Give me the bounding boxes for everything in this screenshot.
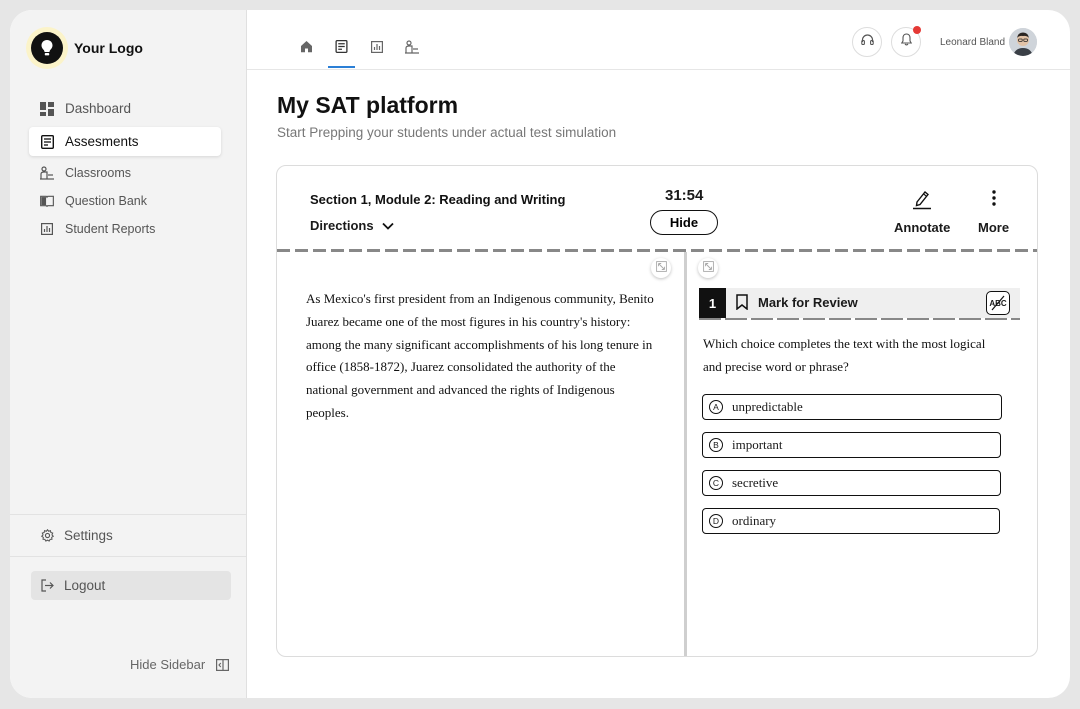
sidebar-item-label: Question Bank [65, 194, 147, 208]
top-tabs [289, 38, 429, 69]
sidebar-item-label: Student Reports [65, 222, 156, 236]
lightbulb-icon [31, 32, 63, 64]
passage-text: As Mexico's first president from an Indi… [306, 291, 654, 420]
headphones-icon [860, 33, 874, 51]
hide-sidebar-button[interactable]: Hide Sidebar [130, 657, 230, 672]
sidebar-item-classrooms[interactable]: Classrooms [29, 160, 221, 186]
sidebar-item-label: Assesments [65, 134, 139, 149]
sidebar-item-student-reports[interactable]: Student Reports [29, 216, 221, 242]
more-label: More [978, 220, 1010, 235]
sidebar-item-dashboard[interactable]: Dashboard [29, 94, 221, 123]
sidebar-divider [10, 514, 246, 515]
hide-sidebar-label: Hide Sidebar [130, 657, 206, 672]
expand-passage-button[interactable] [651, 258, 671, 278]
hide-timer-button[interactable]: Hide [650, 210, 718, 235]
question-header: 1 Mark for Review ABC [699, 288, 1020, 318]
user-avatar-icon [1009, 28, 1037, 56]
sidebar-toggle-icon [216, 658, 230, 671]
sidebar-item-label: Dashboard [65, 101, 132, 116]
pencil-icon [912, 188, 932, 213]
avatar[interactable] [1009, 28, 1037, 56]
annotate-label: Annotate [894, 220, 951, 235]
timer: 31:54 [665, 187, 704, 204]
assessment-icon [335, 39, 348, 69]
logo: Your Logo [31, 32, 143, 64]
sidebar-nav: Dashboard Assesments Classrooms Question… [29, 94, 221, 244]
bookmark-icon [736, 294, 748, 310]
logout-button[interactable]: Logout [31, 571, 231, 600]
logo-text: Your Logo [74, 40, 143, 56]
strikethrough-icon [991, 295, 1005, 311]
answer-choice-d[interactable]: D ordinary [702, 508, 1000, 534]
vertical-dots-icon [984, 188, 1004, 213]
choice-letter: C [709, 476, 723, 490]
choice-text: ordinary [732, 513, 777, 528]
section-title: Section 1, Module 2: Reading and Writing [310, 192, 566, 207]
sidebar-item-question-bank[interactable]: Question Bank [29, 188, 221, 214]
home-icon [300, 40, 313, 69]
answer-choice-a[interactable]: A unpredictable [702, 394, 1002, 420]
book-icon [40, 194, 54, 208]
user-name: Leonard Bland [940, 37, 1006, 48]
choice-text: important [732, 437, 783, 452]
answer-choice-c[interactable]: C secretive [702, 470, 1001, 496]
logout-icon [41, 579, 54, 592]
support-button[interactable] [852, 27, 882, 57]
classroom-icon [404, 40, 419, 69]
sidebar: Your Logo Dashboard Assesments Classroom… [10, 10, 247, 698]
classroom-icon [40, 166, 54, 180]
test-header: Section 1, Module 2: Reading and Writing… [277, 166, 1037, 252]
dashboard-icon [40, 101, 54, 116]
question-text: Which choice completes the text with the… [703, 336, 986, 374]
settings-label: Settings [64, 528, 113, 543]
choice-letter: A [709, 400, 723, 414]
mark-for-review-label: Mark for Review [758, 294, 858, 310]
tab-assessments[interactable] [324, 38, 359, 69]
pane-divider[interactable] [684, 252, 687, 656]
test-card: Section 1, Module 2: Reading and Writing… [276, 165, 1038, 657]
expand-icon [702, 259, 714, 277]
tab-classrooms[interactable] [394, 38, 429, 69]
settings-button[interactable]: Settings [41, 528, 113, 543]
choice-letter: B [709, 438, 723, 452]
choice-text: secretive [732, 475, 779, 490]
sidebar-item-assesments[interactable]: Assesments [29, 127, 221, 156]
question-dashed-divider [699, 318, 1020, 320]
chevron-down-icon [381, 222, 394, 230]
expand-question-button[interactable] [698, 258, 718, 278]
mark-for-review-button[interactable]: Mark for Review [736, 294, 858, 310]
logout-label: Logout [64, 578, 106, 593]
chart-icon [40, 222, 54, 236]
choice-letter: D [709, 514, 723, 528]
sidebar-divider [10, 556, 246, 557]
sidebar-item-label: Classrooms [65, 166, 131, 180]
eliminator-button[interactable]: ABC [986, 291, 1010, 315]
app-window: Your Logo Dashboard Assesments Classroom… [10, 10, 1070, 698]
tab-home[interactable] [289, 38, 324, 69]
directions-label: Directions [310, 218, 374, 233]
choice-text: unpredictable [732, 399, 803, 414]
expand-icon [655, 259, 667, 277]
gear-icon [41, 529, 54, 542]
page-title: My SAT platform [277, 92, 459, 118]
more-button[interactable]: More [978, 188, 1009, 235]
page-subtitle: Start Prepping your students under actua… [277, 125, 617, 140]
question-number: 1 [699, 288, 726, 318]
top-bar: Leonard Bland [247, 10, 1070, 70]
assessment-icon [40, 134, 54, 149]
notification-dot [913, 26, 921, 34]
notifications-button[interactable] [891, 26, 921, 57]
directions-toggle[interactable]: Directions [310, 218, 394, 233]
bell-icon [900, 33, 912, 51]
answer-choice-b[interactable]: B important [702, 432, 1001, 458]
annotate-button[interactable]: Annotate [894, 188, 950, 235]
tab-reports[interactable] [359, 38, 394, 69]
chart-icon [370, 40, 383, 69]
